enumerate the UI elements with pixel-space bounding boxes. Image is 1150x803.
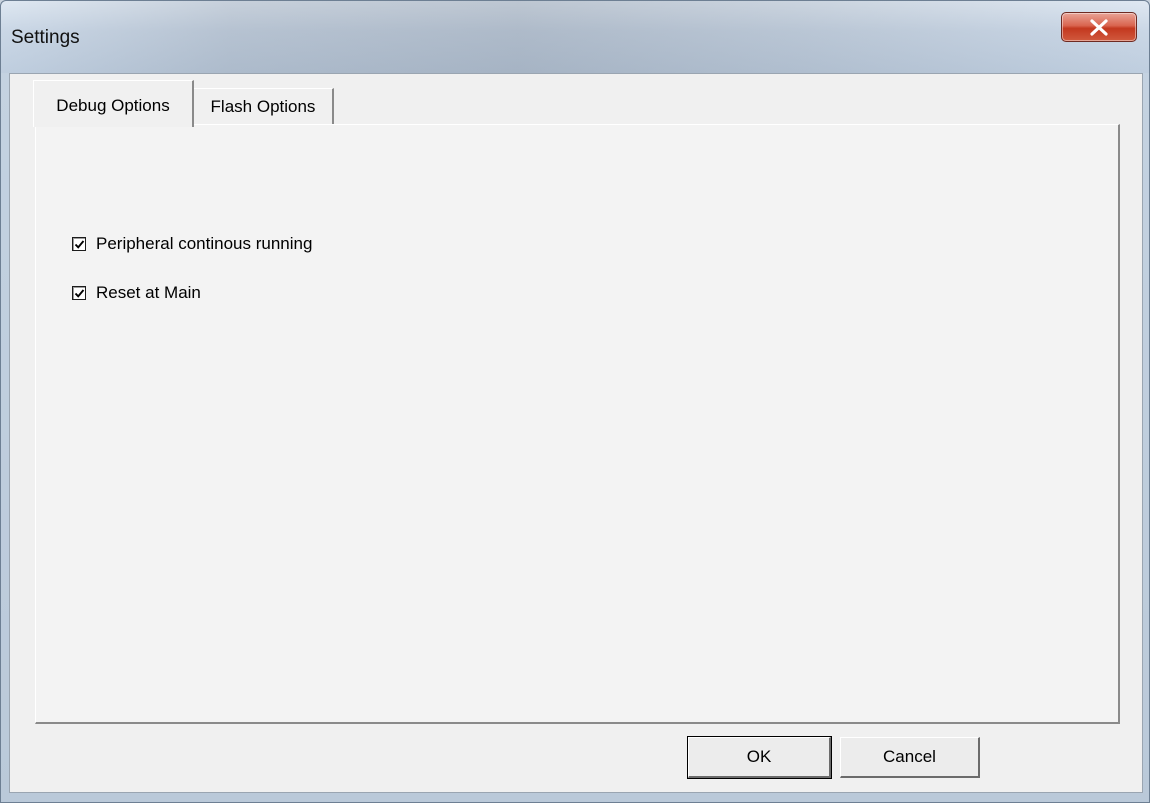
ok-button-label: OK xyxy=(746,747,772,766)
title-bar[interactable]: Settings xyxy=(1,1,1149,73)
settings-window: Settings Debug Options Flash Options Per… xyxy=(0,0,1150,803)
close-button[interactable] xyxy=(1061,12,1137,42)
tab-flash-options[interactable]: Flash Options xyxy=(194,88,334,124)
cancel-button-label: Cancel xyxy=(883,747,936,766)
reset-at-main-checkbox[interactable] xyxy=(72,286,86,300)
tab-flash-options-label: Flash Options xyxy=(210,97,316,116)
close-icon xyxy=(1090,19,1108,36)
peripheral-continuous-running-option[interactable]: Peripheral continous running xyxy=(72,233,312,255)
checkmark-icon xyxy=(74,289,85,298)
reset-at-main-label: Reset at Main xyxy=(96,283,201,302)
dialog-body: Debug Options Flash Options Peripheral c… xyxy=(9,73,1143,793)
cancel-button[interactable]: Cancel xyxy=(840,737,980,778)
debug-options-panel: Peripheral continous running Reset at Ma… xyxy=(35,124,1120,724)
ok-button[interactable]: OK xyxy=(687,736,832,779)
peripheral-continuous-running-checkbox[interactable] xyxy=(72,237,86,251)
reset-at-main-option[interactable]: Reset at Main xyxy=(72,282,201,304)
tab-debug-options[interactable]: Debug Options xyxy=(33,80,194,127)
tab-debug-options-label: Debug Options xyxy=(56,96,170,115)
peripheral-continuous-running-label: Peripheral continous running xyxy=(96,234,313,253)
window-title: Settings xyxy=(11,27,80,48)
checkmark-icon xyxy=(74,240,85,249)
